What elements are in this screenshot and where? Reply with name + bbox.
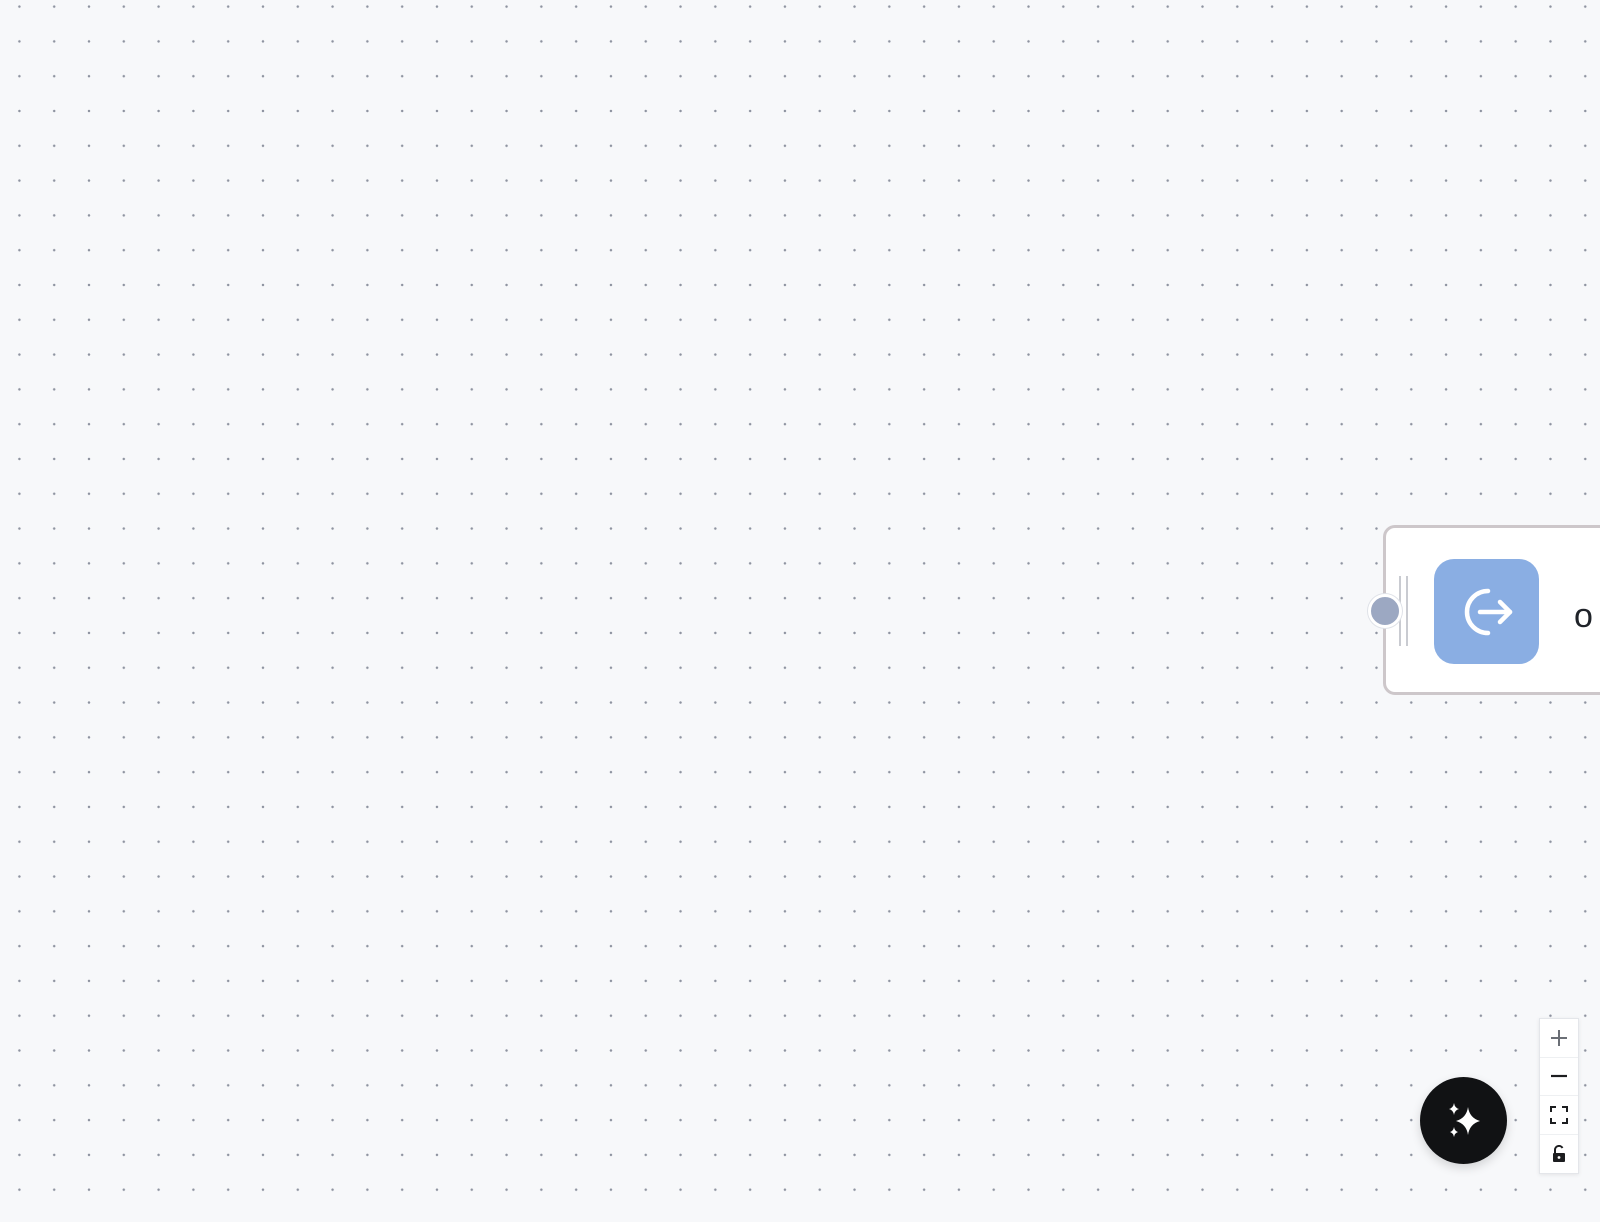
sparkles-icon: [1448, 1102, 1480, 1137]
flow-canvas[interactable]: o: [0, 0, 1600, 1222]
grip-line: [1406, 576, 1408, 646]
node-label: o: [1574, 597, 1593, 635]
zoom-in-button[interactable]: [1540, 1019, 1578, 1058]
plus-icon: [1551, 1029, 1567, 1046]
zoom-controls: [1539, 1018, 1579, 1174]
minus-icon: [1551, 1075, 1567, 1078]
node-icon-tile: [1434, 559, 1539, 664]
fit-view-button[interactable]: [1540, 1096, 1578, 1135]
unlock-icon: [1553, 1144, 1565, 1162]
node-input-handle[interactable]: [1368, 594, 1402, 628]
lock-toggle-button[interactable]: [1540, 1135, 1578, 1174]
ai-assistant-button[interactable]: [1420, 1077, 1507, 1164]
fit-view-icon: [1550, 1105, 1568, 1124]
zoom-out-button[interactable]: [1540, 1058, 1578, 1096]
exit-arrow-icon: [1464, 588, 1512, 635]
